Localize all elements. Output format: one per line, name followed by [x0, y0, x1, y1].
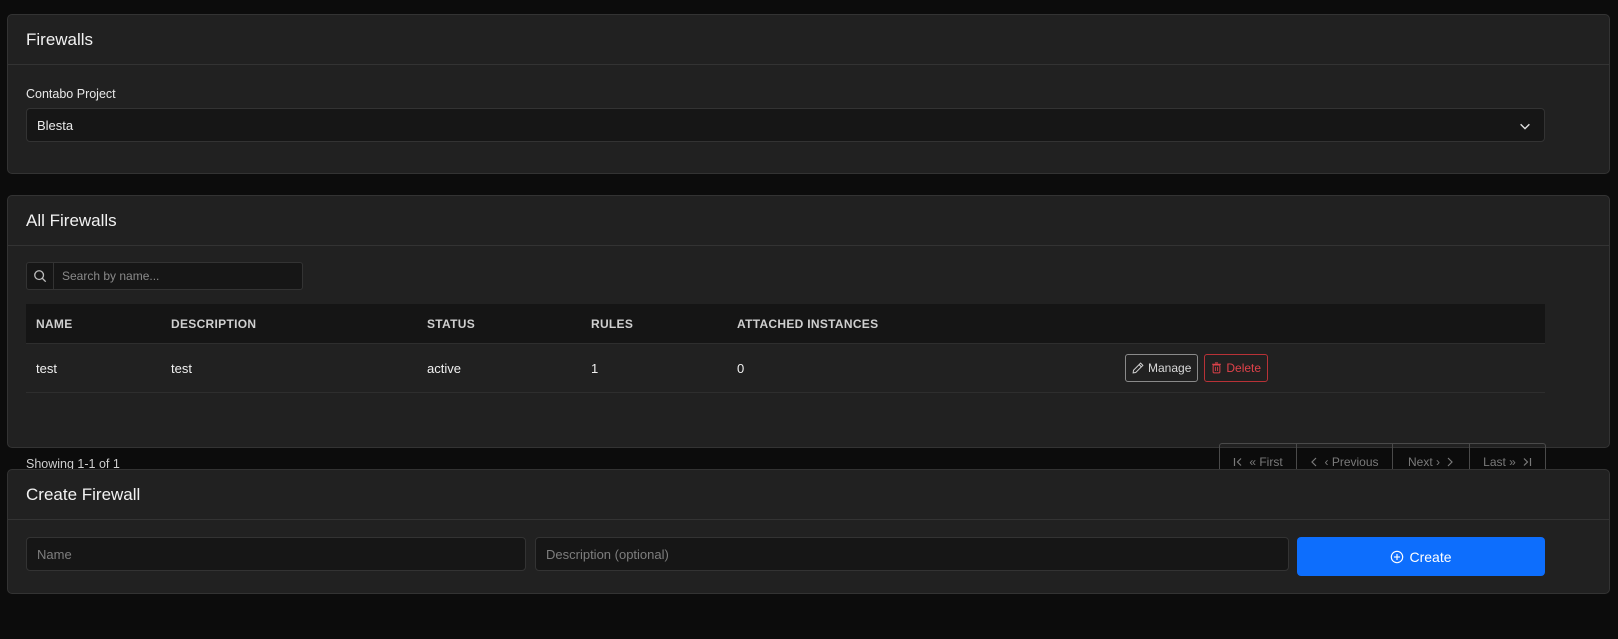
name-input[interactable]: [26, 537, 526, 571]
firewalls-table: NAME DESCRIPTION STATUS RULES ATTACHED I…: [26, 304, 1545, 393]
firewalls-project-card: Firewalls Contabo Project Blesta: [7, 14, 1610, 174]
cell-status: active: [427, 360, 461, 376]
column-header-name: NAME: [36, 316, 73, 331]
column-header-rules: RULES: [591, 316, 634, 331]
pagination-previous-label: ‹ Previous: [1324, 454, 1379, 469]
card-title-all-firewalls: All Firewalls: [8, 196, 1609, 246]
cell-rules: 1: [591, 360, 599, 376]
column-header-status: STATUS: [427, 316, 476, 331]
search-input[interactable]: [54, 263, 302, 289]
manage-button[interactable]: Manage: [1125, 354, 1199, 382]
delete-button[interactable]: Delete: [1204, 354, 1269, 382]
column-header-description: DESCRIPTION: [171, 316, 257, 331]
manage-button-label: Manage: [1148, 361, 1192, 375]
trash-icon: [1212, 362, 1222, 374]
skip-start-icon: [1234, 457, 1242, 466]
table-row: test test active 1 0 Manage Delete: [26, 344, 1545, 393]
card-title-create-firewall: Create Firewall: [8, 470, 1609, 520]
cell-name: test: [36, 360, 57, 376]
create-firewall-card: Create Firewall Create: [7, 469, 1610, 594]
pagination-last-label: Last »: [1483, 454, 1516, 469]
all-firewalls-card: All Firewalls NAME DESCRIPTION STATUS RU…: [7, 195, 1610, 480]
column-header-attached-instances: ATTACHED INSTANCES: [737, 316, 879, 331]
card-title-firewalls: Firewalls: [8, 15, 1609, 65]
search-icon: [27, 263, 54, 289]
skip-end-icon: [1523, 457, 1531, 466]
create-button-label: Create: [1409, 548, 1452, 565]
cell-description: test: [171, 360, 192, 376]
chevron-left-icon: [1311, 457, 1317, 466]
chevron-down-icon: [1520, 123, 1530, 130]
cell-actions: Manage Delete: [1125, 354, 1545, 382]
project-select[interactable]: Blesta: [26, 108, 1545, 142]
project-select-value: Blesta: [37, 117, 74, 133]
cell-attached-instances: 0: [737, 360, 745, 376]
plus-circle-icon: [1391, 550, 1404, 563]
pagination-first-label: « First: [1249, 454, 1283, 469]
project-label: Contabo Project: [26, 87, 116, 101]
description-input[interactable]: [535, 537, 1289, 571]
delete-button-label: Delete: [1226, 361, 1262, 375]
search-box: [26, 262, 303, 290]
pagination-next-label: Next ›: [1407, 454, 1440, 469]
pencil-icon: [1132, 362, 1144, 374]
chevron-right-icon: [1447, 457, 1453, 466]
table-header: NAME DESCRIPTION STATUS RULES ATTACHED I…: [26, 304, 1545, 344]
create-button[interactable]: Create: [1297, 537, 1545, 576]
